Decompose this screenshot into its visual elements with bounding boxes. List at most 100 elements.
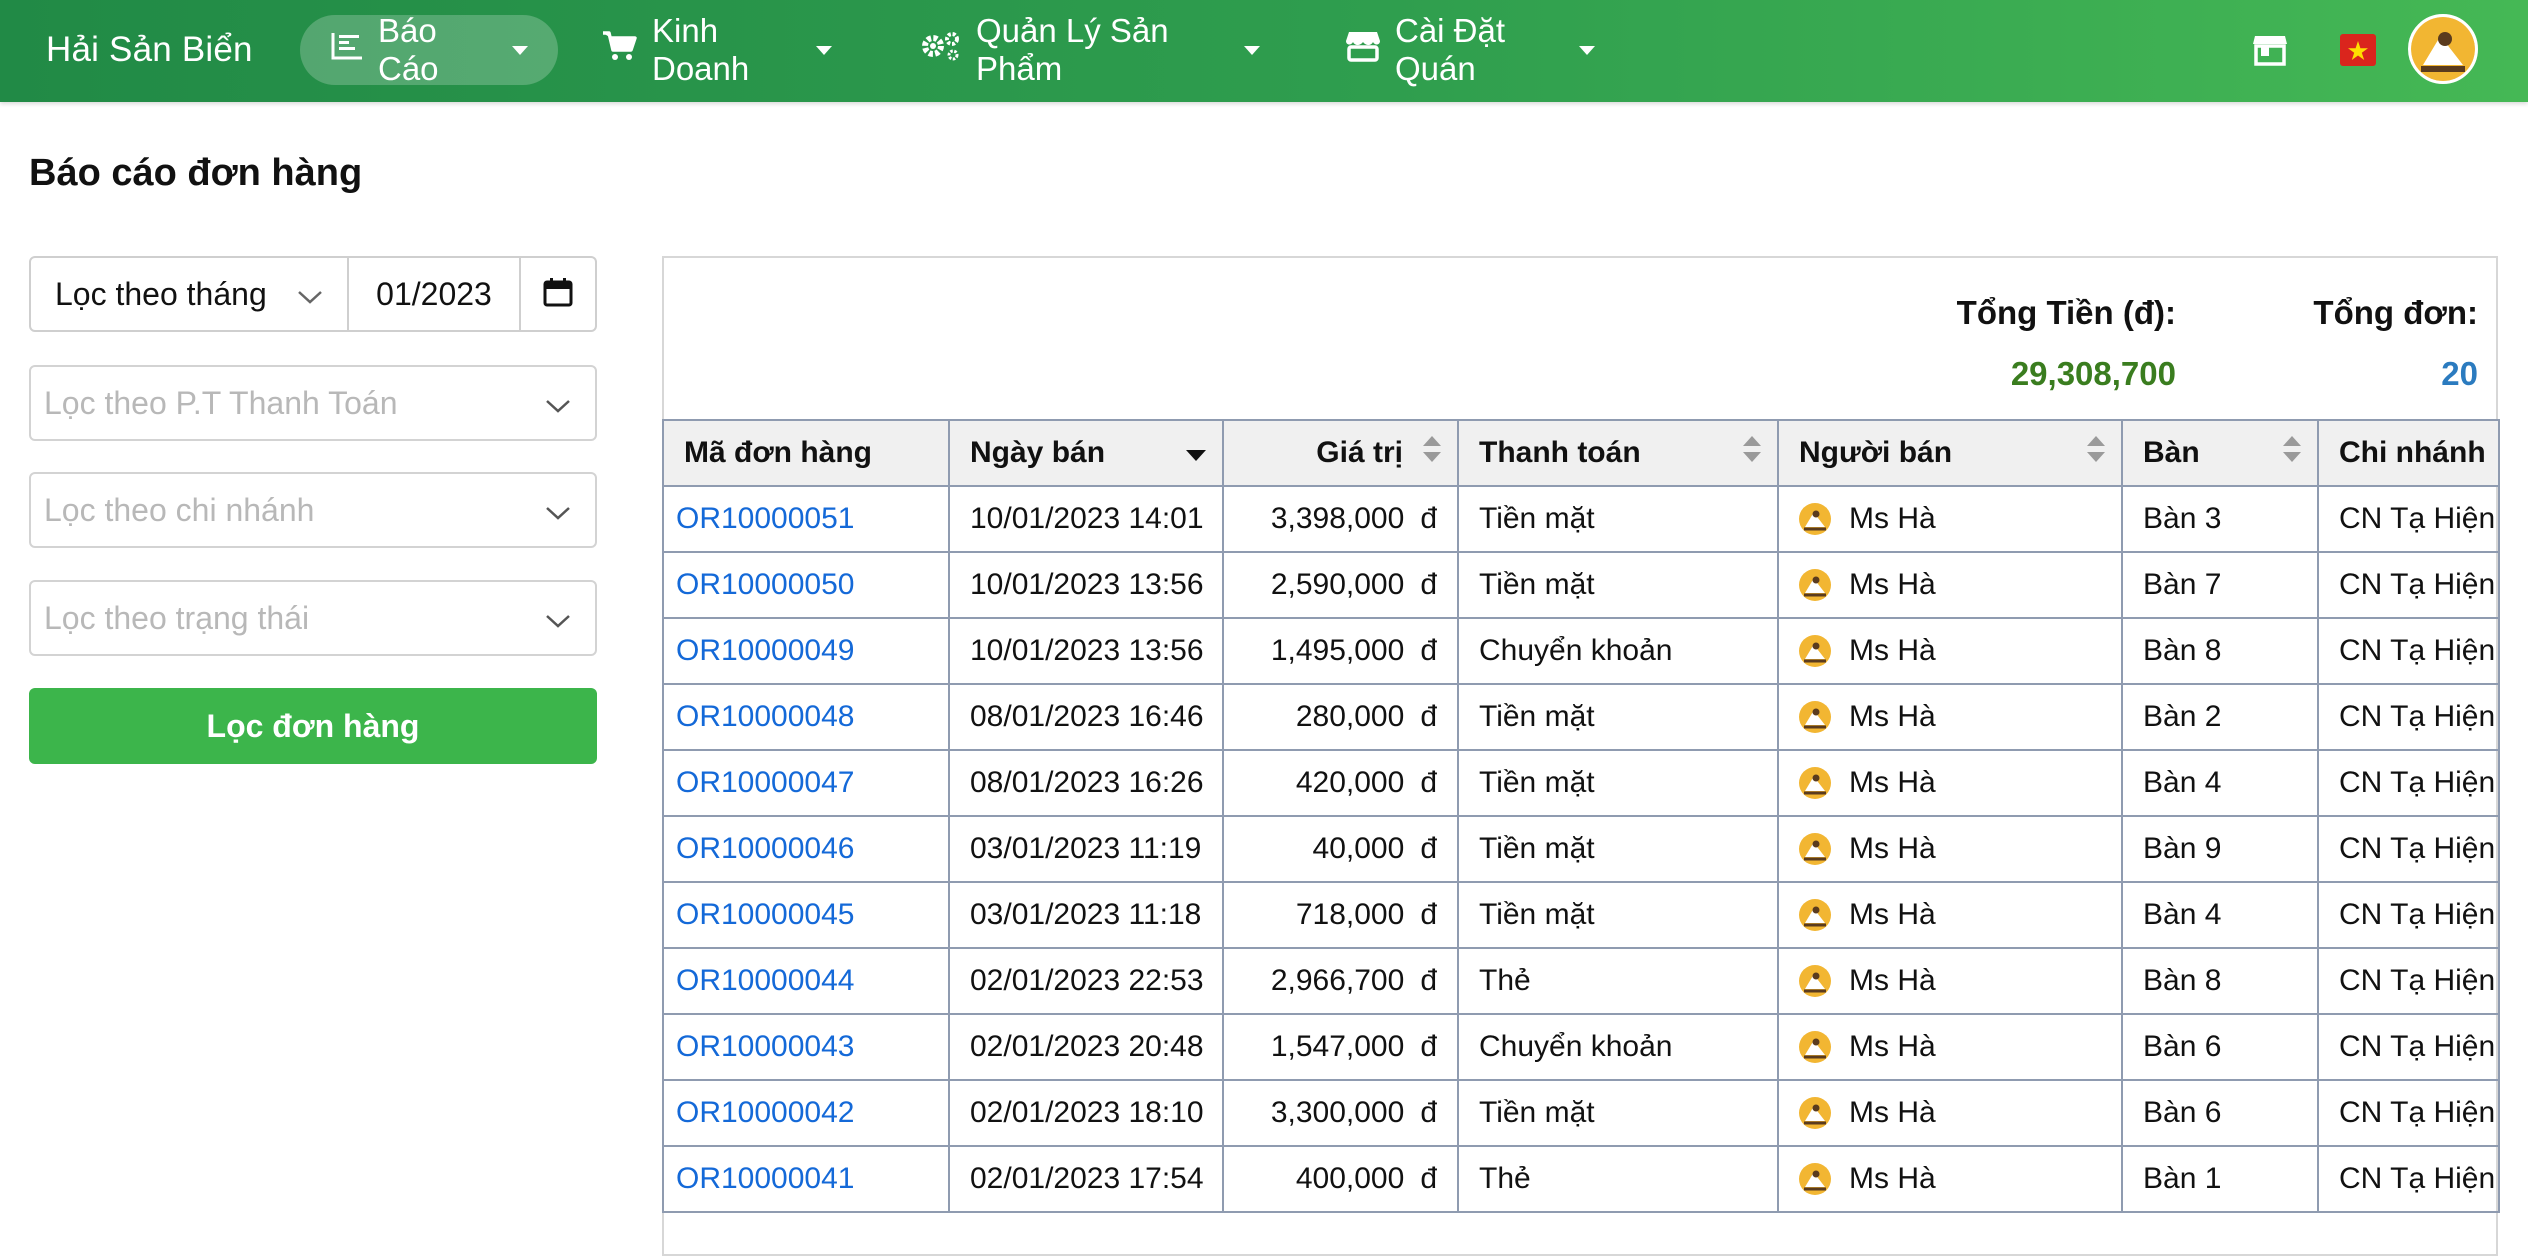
order-code-cell: OR10000043: [662, 1013, 950, 1081]
brand-name[interactable]: Hải Sản Biển: [46, 0, 253, 100]
table-row[interactable]: OR10000042 02/01/2023 18:10 3,300,000 đ Tiền…: [662, 1079, 2500, 1147]
header-seller[interactable]: Người bán: [1777, 419, 2123, 487]
order-code-cell: OR10000041: [662, 1145, 950, 1213]
vietnam-flag-icon[interactable]: [2340, 34, 2376, 66]
caret-down-icon: [512, 45, 528, 55]
order-code-link[interactable]: OR10000043: [676, 1030, 854, 1063]
total-amount-label: Tổng Tiền (đ):: [1956, 294, 2176, 331]
seller-cell: Ms Hà: [1777, 1013, 2123, 1081]
order-value-cell: 1,547,000 đ: [1222, 1013, 1459, 1081]
order-code-link[interactable]: OR10000048: [676, 700, 854, 733]
order-value: 718,000: [1295, 898, 1405, 931]
sale-date-cell: 10/01/2023 13:56: [948, 617, 1224, 685]
sort-desc-icon: [1184, 436, 1208, 470]
order-code-link[interactable]: OR10000042: [676, 1096, 854, 1129]
order-code-link[interactable]: OR10000047: [676, 766, 854, 799]
table-row[interactable]: OR10000041 02/01/2023 17:54 400,000 đ Thẻ Ms …: [662, 1145, 2500, 1213]
user-avatar[interactable]: [2408, 14, 2478, 84]
order-code-link[interactable]: OR10000046: [676, 832, 854, 865]
chevron-down-icon: [545, 385, 571, 422]
order-value-cell: 40,000 đ: [1222, 815, 1459, 883]
table-cell: Bàn 2: [2121, 683, 2319, 751]
table-row[interactable]: OR10000050 10/01/2023 13:56 2,590,000 đ Tiền…: [662, 551, 2500, 619]
nav-menu-bao-cao[interactable]: Báo Cáo: [300, 12, 558, 87]
branch-select[interactable]: Lọc theo chi nhánh: [29, 472, 597, 548]
header-sale-date[interactable]: Ngày bán: [948, 419, 1224, 487]
nav-menu-label: Quản Lý Sản Phẩm: [976, 12, 1169, 87]
table-cell: Bàn 4: [2121, 881, 2319, 949]
sale-date-cell: 02/01/2023 22:53: [948, 947, 1224, 1015]
table-row[interactable]: OR10000049 10/01/2023 13:56 1,495,000 đ Chuy…: [662, 617, 2500, 685]
header-table[interactable]: Bàn: [2121, 419, 2319, 487]
status-select[interactable]: Lọc theo trạng thái: [29, 580, 597, 656]
shop-icon[interactable]: [2250, 30, 2290, 70]
order-value: 3,300,000: [1270, 1096, 1405, 1129]
branch-cell: CN Tạ Hiện: [2317, 485, 2500, 553]
order-value-cell: 400,000 đ: [1222, 1145, 1459, 1213]
order-code-cell: OR10000044: [662, 947, 950, 1015]
order-value-cell: 3,300,000 đ: [1222, 1079, 1459, 1147]
table-row[interactable]: OR10000046 03/01/2023 11:19 40,000 đ Tiền mặ…: [662, 815, 2500, 883]
order-code-link[interactable]: OR10000049: [676, 634, 854, 667]
seller-avatar: [1799, 1031, 1831, 1063]
order-code-link[interactable]: OR10000051: [676, 502, 854, 535]
table-row[interactable]: OR10000045 03/01/2023 11:18 718,000 đ Tiền m…: [662, 881, 2500, 949]
order-code-cell: OR10000050: [662, 551, 950, 619]
chart-icon: [330, 31, 364, 69]
table-row[interactable]: OR10000047 08/01/2023 16:26 420,000 đ Tiền m…: [662, 749, 2500, 817]
table-row[interactable]: OR10000051 10/01/2023 14:01 3,398,000 đ Tiền…: [662, 485, 2500, 553]
table-row[interactable]: OR10000044 02/01/2023 22:53 2,966,700 đ Thẻ M…: [662, 947, 2500, 1015]
period-select[interactable]: Lọc theo tháng: [29, 256, 349, 332]
table-row[interactable]: OR10000043 02/01/2023 20:48 1,547,000 đ Chuy…: [662, 1013, 2500, 1081]
header-branch[interactable]: Chi nhánh: [2317, 419, 2500, 487]
cart-icon: [602, 30, 638, 70]
sale-date-cell: 08/01/2023 16:46: [948, 683, 1224, 751]
order-code-link[interactable]: OR10000045: [676, 898, 854, 931]
nav-menu-quan-ly-san-pham[interactable]: Quản Lý Sản Phẩm: [890, 12, 1290, 87]
month-input[interactable]: 01/2023: [349, 256, 521, 332]
table-cell: Bàn 7: [2121, 551, 2319, 619]
order-code-link[interactable]: OR10000050: [676, 568, 854, 601]
branch-placeholder: Lọc theo chi nhánh: [44, 491, 315, 528]
currency-symbol: đ: [1420, 700, 1437, 733]
order-code-link[interactable]: OR10000044: [676, 964, 854, 997]
header-order-code[interactable]: Mã đơn hàng: [662, 419, 950, 487]
order-code-cell: OR10000048: [662, 683, 950, 751]
calendar-button[interactable]: [521, 256, 597, 332]
order-code-cell: OR10000047: [662, 749, 950, 817]
table-row[interactable]: OR10000048 08/01/2023 16:46 280,000 đ Tiền m…: [662, 683, 2500, 751]
nav-menu-kinh-doanh[interactable]: Kinh Doanh: [572, 12, 862, 87]
order-value: 3,398,000: [1270, 502, 1405, 535]
header-value[interactable]: Giá trị: [1222, 419, 1459, 487]
calendar-icon: [543, 277, 573, 312]
payment-cell: Chuyển khoản: [1457, 617, 1779, 685]
seller-name: Ms Hà: [1849, 832, 1936, 865]
order-code-link[interactable]: OR10000041: [676, 1162, 854, 1195]
seller-name: Ms Hà: [1849, 568, 1936, 601]
table-cell: Bàn 8: [2121, 947, 2319, 1015]
seller-cell: Ms Hà: [1777, 947, 2123, 1015]
table-cell: Bàn 4: [2121, 749, 2319, 817]
sort-icon: [2085, 434, 2107, 472]
total-orders-value: 20: [2441, 355, 2478, 392]
header-payment[interactable]: Thanh toán: [1457, 419, 1779, 487]
filter-orders-button[interactable]: Lọc đơn hàng: [29, 688, 597, 764]
payment-cell: Thẻ: [1457, 947, 1779, 1015]
sort-icon: [1741, 434, 1763, 472]
currency-symbol: đ: [1420, 568, 1437, 601]
nav-menu-label: Báo Cáo: [378, 12, 439, 87]
chevron-down-icon: [545, 492, 571, 529]
payment-method-select[interactable]: Lọc theo P.T Thanh Toán: [29, 365, 597, 441]
seller-cell: Ms Hà: [1777, 881, 2123, 949]
sale-date-cell: 08/01/2023 16:26: [948, 749, 1224, 817]
order-value: 2,966,700: [1270, 964, 1405, 997]
branch-cell: CN Tạ Hiện: [2317, 1145, 2500, 1213]
payment-cell: Thẻ: [1457, 1145, 1779, 1213]
nav-menu-cai-dat-quan[interactable]: Cài Đặt Quán: [1315, 12, 1625, 87]
gears-icon: [920, 30, 962, 70]
order-value-cell: 280,000 đ: [1222, 683, 1459, 751]
seller-name: Ms Hà: [1849, 964, 1936, 997]
sale-date-cell: 03/01/2023 11:19: [948, 815, 1224, 883]
currency-symbol: đ: [1420, 832, 1437, 865]
currency-symbol: đ: [1420, 964, 1437, 997]
